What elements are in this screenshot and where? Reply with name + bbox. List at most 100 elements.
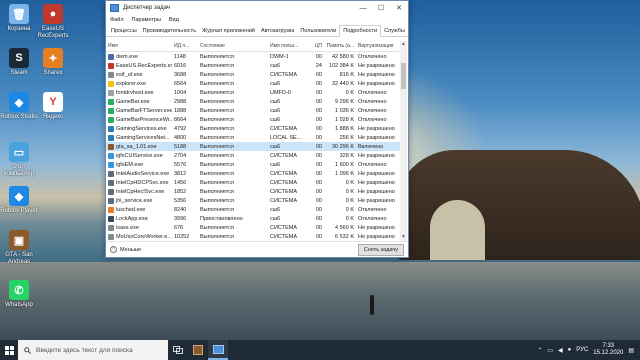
system-tray: ⌃ ▭ ◀ ● РУС 7:33 15.12.2020 ▤ <box>537 343 640 357</box>
tab[interactable]: Журнал приложений <box>199 26 258 36</box>
tab[interactable]: Автозагрузка <box>258 26 297 36</box>
column-header[interactable]: Виртуализация <box>356 43 402 49</box>
desktop-icon[interactable]: 🗑 Корзина <box>2 4 36 33</box>
cell-cpu: 24 <box>315 62 322 69</box>
table-row[interactable]: esif_uf.exe 3688 Выполняется СИСТЕМА 00 816 K… <box>106 70 402 79</box>
cell-mem: 42 580 K <box>331 53 354 60</box>
desktop-icon[interactable]: S Steam <box>2 48 36 77</box>
menu-view[interactable]: Вид <box>169 17 179 23</box>
tab[interactable]: Процессы <box>108 26 140 36</box>
process-name-cell: igfxEM.exe <box>106 161 172 168</box>
cell-pid: 1148 <box>174 53 186 60</box>
gta-taskbar-icon[interactable] <box>188 340 208 360</box>
table-row[interactable]: EaseUS.RecExperts.exe 6016 Выполняется сш6 2… <box>106 61 402 70</box>
language-indicator[interactable]: РУС <box>576 347 588 353</box>
column-header[interactable]: ЦП <box>308 43 324 49</box>
desktop-icon[interactable]: ✦ Sharex <box>36 48 70 77</box>
tab[interactable]: Пользователи <box>297 26 339 36</box>
taskbar-search[interactable]: Введите здесь текст для поиска <box>18 340 168 360</box>
table-row[interactable]: igfxCUIService.exe 2704 Выполняется СИСТЕМА… <box>106 151 402 160</box>
table-row[interactable]: IntelCpHDCPSvc.exe 1456 Выполняется СИСТЕМА… <box>106 178 402 187</box>
table-row[interactable]: LockApp.exe 3996 Приостановлено сш6 00 0 K Отк… <box>106 214 402 223</box>
task-view-icon[interactable] <box>168 340 188 360</box>
tab[interactable]: Подробности <box>339 25 382 37</box>
menu-options[interactable]: Параметры <box>132 17 161 23</box>
app-icon: ✦ <box>43 48 63 68</box>
table-row[interactable]: gta_sa_1.01.exe 5188 Выполняется сш6 00 30 29… <box>106 142 402 151</box>
table-row[interactable]: IntelCpHecISvc.exe 1852 Выполняется СИСТЕМА… <box>106 187 402 196</box>
vertical-scrollbar[interactable]: ▲ ▼ <box>400 41 407 241</box>
tab[interactable]: Производительность <box>140 26 199 36</box>
menu-file[interactable]: Файл <box>110 17 124 23</box>
table-row[interactable]: MoUsoCoreWorker.e... 10252 Выполняется СИСТ… <box>106 232 402 241</box>
tab[interactable]: Службы <box>381 26 408 36</box>
desktop-icon[interactable]: ▣ GTA - San Andreas <box>2 230 36 266</box>
minimize-button[interactable]: — <box>354 1 372 15</box>
cell-virt: Отключено <box>358 161 387 168</box>
desktop-icon[interactable]: ✆ WhatsApp <box>2 280 36 309</box>
cell-mem: 32 440 K <box>331 80 354 87</box>
column-header[interactable]: Имя польз... <box>268 43 308 49</box>
cell-virt: Не разрешено <box>358 152 395 159</box>
chevron-up-icon[interactable]: ⌃ <box>537 347 542 354</box>
cell-virt: Не разрешено <box>358 188 395 195</box>
table-row[interactable]: explorer.exe 6564 Выполняется сш6 00 32 440 K… <box>106 79 402 88</box>
table-row[interactable]: GamingServices.exe 4792 Выполняется СИСТЕМА… <box>106 124 402 133</box>
table-row[interactable]: fontdrvhost.exe 1004 Выполняется UMFD-0 00 0 … <box>106 88 402 97</box>
column-header[interactable]: Состояние <box>198 43 268 49</box>
process-name: fontdrvhost.exe <box>116 89 154 96</box>
cell-virt: Отключено <box>358 116 387 123</box>
scroll-thumb[interactable] <box>401 63 406 89</box>
app-icon: S <box>9 48 29 68</box>
cell-mem: 256 K <box>339 134 354 141</box>
scroll-up-icon[interactable]: ▲ <box>400 41 407 48</box>
close-button[interactable]: ✕ <box>390 1 408 15</box>
desktop-icon[interactable]: ▭ Этот компьютер <box>2 142 36 178</box>
desktop-icon[interactable]: ◆ Roblox Studio <box>0 92 38 121</box>
desktop-icon[interactable]: ● EaseUS RecExperts <box>36 4 70 40</box>
fewer-details-button[interactable]: ⌃ Меньше <box>110 246 358 253</box>
table-row[interactable]: dwm.exe 1148 Выполняется DWM-1 00 42 580 K Отк… <box>106 52 402 61</box>
column-header[interactable]: Память (а... <box>324 43 356 49</box>
window-title: Диспетчер задач <box>123 5 170 11</box>
process-name-cell: esif_uf.exe <box>106 71 172 78</box>
table-row[interactable]: lusched.exe 8240 Выполняется сш6 00 0 K Отключ… <box>106 205 402 214</box>
scroll-down-icon[interactable]: ▼ <box>400 234 407 241</box>
start-button[interactable] <box>0 340 18 360</box>
table-row[interactable]: GameBarFTServer.exe 1888 Выполняется сш6 00 1… <box>106 106 402 115</box>
microphone-icon[interactable]: ● <box>568 347 572 353</box>
table-row[interactable]: igfxEM.exe 5576 Выполняется сш6 00 1 600 K Отк… <box>106 160 402 169</box>
table-row[interactable]: GameBar.exe 2988 Выполняется сш6 00 9 296 K От… <box>106 97 402 106</box>
end-task-button[interactable]: Снять задачу <box>357 243 404 256</box>
table-row[interactable]: GameBarPresenceWr... 8664 Выполняется сш6 00… <box>106 115 402 124</box>
cell-pid: 6016 <box>174 62 187 69</box>
table-row[interactable]: lsass.exe 676 Выполняется СИСТЕМА 00 4 560 K Н… <box>106 223 402 232</box>
cell-virt: Не разрешено <box>358 224 395 231</box>
cell-mem: 1 600 K <box>335 161 354 168</box>
cell-user: LOCAL SE... <box>270 134 302 141</box>
cell-pid: 1888 <box>174 107 187 114</box>
volume-icon[interactable]: ◀ <box>558 347 563 354</box>
clock[interactable]: 7:33 15.12.2020 <box>593 343 623 357</box>
table-row[interactable]: GamingServicesNet... 4800 Выполняется LOCAL… <box>106 133 402 142</box>
cell-user: СИСТЕМА <box>270 188 297 195</box>
cell-mem: 4 560 K <box>335 224 354 231</box>
cell-mem: 0 K <box>345 215 354 222</box>
process-name-cell: GameBarFTServer.exe <box>106 107 172 114</box>
column-header[interactable]: ИД п... <box>172 43 198 49</box>
table-row[interactable]: IntelAudioService.exe 3812 Выполняется СИСТ… <box>106 169 402 178</box>
notifications-icon[interactable]: ▤ <box>628 347 634 354</box>
desktop-icon[interactable]: Y Яндекс <box>36 92 70 121</box>
task-manager-taskbar-icon[interactable] <box>208 340 228 360</box>
cell-state: Выполняется <box>200 125 234 132</box>
cell-mem: 1 036 K <box>335 107 354 114</box>
cell-state: Выполняется <box>200 224 234 231</box>
table-row[interactable]: jhi_service.exe 5356 Выполняется СИСТЕМА 00 0… <box>106 196 402 205</box>
column-header[interactable]: Имя <box>106 43 172 49</box>
network-icon[interactable]: ▭ <box>547 347 553 354</box>
title-bar[interactable]: Диспетчер задач — ☐ ✕ <box>106 1 408 15</box>
task-manager-window[interactable]: Диспетчер задач — ☐ ✕ Файл Параметры Вид… <box>105 0 409 258</box>
process-icon <box>108 161 114 168</box>
desktop-icon[interactable]: ◆ Roblox Player <box>0 186 38 215</box>
maximize-button[interactable]: ☐ <box>372 1 390 15</box>
